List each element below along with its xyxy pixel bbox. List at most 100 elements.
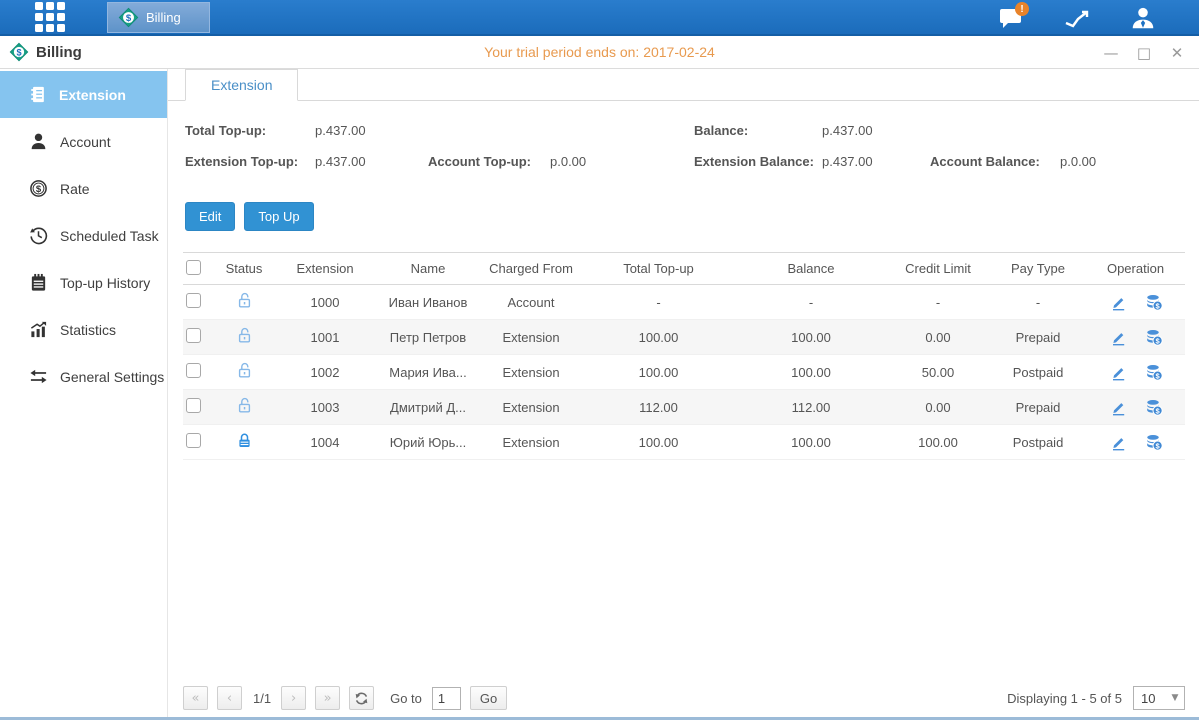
lock-icon — [236, 432, 253, 449]
close-icon[interactable]: ✕ — [1169, 44, 1185, 62]
table-row[interactable]: 1001 Петр Петров Extension 100.00 100.00… — [183, 320, 1185, 355]
sidebar-label: Rate — [60, 181, 90, 197]
row-checkbox[interactable] — [186, 433, 201, 448]
person-icon — [1130, 5, 1156, 31]
total-topup-label: Total Top-up: — [185, 123, 315, 138]
page-size-value: 10 — [1134, 691, 1166, 706]
sidebar-label: Scheduled Task — [60, 228, 159, 244]
credit-limit-cell: 0.00 — [886, 400, 990, 415]
sidebar-item-topup-history[interactable]: Top-up History — [0, 259, 167, 306]
extension-ledger-icon — [29, 85, 47, 104]
unlock-icon — [236, 292, 253, 309]
header-charged-from: Charged From — [481, 261, 581, 276]
svg-text:$: $ — [36, 184, 42, 195]
balance-cell: - — [736, 295, 886, 310]
tab-extension[interactable]: Extension — [185, 69, 298, 101]
extension-cell: 1004 — [275, 435, 375, 450]
goto-page-input[interactable] — [432, 687, 461, 710]
row-topup-icon[interactable]: $ — [1145, 328, 1163, 346]
name-cell: Петр Петров — [375, 330, 481, 345]
table-header-row: Status Extension Name Charged From Total… — [183, 252, 1185, 285]
chevron-down-icon: ▼ — [1166, 693, 1184, 703]
first-page-button[interactable]: « — [183, 686, 208, 710]
taskbar-tab-billing[interactable]: $ Billing — [107, 2, 210, 33]
last-page-button[interactable]: » — [315, 686, 340, 710]
table-row[interactable]: 1003 Дмитрий Д... Extension 112.00 112.0… — [183, 390, 1185, 425]
balance-cell: 100.00 — [736, 435, 886, 450]
go-button[interactable]: Go — [470, 686, 507, 710]
row-checkbox[interactable] — [186, 293, 201, 308]
pay-type-cell: Prepaid — [990, 400, 1086, 415]
total-topup-cell: 112.00 — [581, 400, 736, 415]
credit-limit-cell: 100.00 — [886, 435, 990, 450]
summary-panel: Total Top-up: p.437.00 Balance: p.437.00… — [185, 115, 1199, 177]
credit-limit-cell: 50.00 — [886, 365, 990, 380]
table-row[interactable]: 1004 Юрий Юрь... Extension 100.00 100.00… — [183, 425, 1185, 460]
row-edit-icon[interactable] — [1109, 328, 1127, 346]
sidebar-item-rate[interactable]: $ Rate — [0, 165, 167, 212]
row-topup-icon[interactable]: $ — [1145, 398, 1163, 416]
unlock-icon — [236, 297, 253, 312]
topup-button[interactable]: Top Up — [244, 202, 313, 231]
line-chart-icon — [1063, 6, 1091, 30]
sidebar-item-extension[interactable]: Extension — [0, 71, 167, 118]
page-size-select[interactable]: 10 ▼ — [1133, 686, 1185, 710]
balance-cell: 100.00 — [736, 365, 886, 380]
pay-type-cell: Postpaid — [990, 435, 1086, 450]
row-checkbox[interactable] — [186, 328, 201, 343]
sidebar-label: Top-up History — [60, 275, 150, 291]
row-edit-icon[interactable] — [1109, 398, 1127, 416]
minimize-icon[interactable]: — — [1103, 44, 1119, 62]
header-name: Name — [375, 261, 481, 276]
balance-value: p.437.00 — [822, 123, 930, 138]
billing-app-icon: $ — [118, 7, 139, 28]
row-topup-icon[interactable]: $ — [1145, 433, 1163, 451]
balance-cell: 100.00 — [736, 330, 886, 345]
total-topup-cell: 100.00 — [581, 435, 736, 450]
sidebar-label: General Settings — [60, 369, 164, 385]
app-grid-icon[interactable] — [35, 2, 65, 32]
table-row[interactable]: 1002 Мария Ива... Extension 100.00 100.0… — [183, 355, 1185, 390]
sidebar-item-account[interactable]: Account — [0, 118, 167, 165]
displaying-info: Displaying 1 - 5 of 5 — [1007, 691, 1122, 706]
billing-window: $ Billing ! — [0, 0, 1199, 720]
row-edit-icon[interactable] — [1109, 363, 1127, 381]
row-topup-icon[interactable]: $ — [1145, 293, 1163, 311]
scheduled-task-clock-icon — [29, 226, 48, 245]
pay-type-cell: - — [990, 295, 1086, 310]
trial-notice: Your trial period ends on: 2017-02-24 — [0, 44, 1199, 60]
notification-badge: ! — [1015, 2, 1029, 16]
messages-icon[interactable]: ! — [995, 5, 1027, 31]
titlebar: $ Billing Your trial period ends on: 201… — [0, 36, 1199, 69]
unlock-icon — [236, 397, 253, 414]
select-all-checkbox[interactable] — [186, 260, 201, 275]
account-topup-value: p.0.00 — [550, 154, 694, 169]
total-topup-cell: 100.00 — [581, 365, 736, 380]
sidebar-item-scheduled-task[interactable]: Scheduled Task — [0, 212, 167, 259]
total-topup-cell: - — [581, 295, 736, 310]
extension-cell: 1003 — [275, 400, 375, 415]
refresh-button[interactable] — [349, 686, 374, 710]
next-page-button[interactable]: › — [281, 686, 306, 710]
page-indicator: 1/1 — [253, 691, 271, 706]
edit-button[interactable]: Edit — [185, 202, 235, 231]
row-edit-icon[interactable] — [1109, 433, 1127, 451]
row-topup-icon[interactable]: $ — [1145, 363, 1163, 381]
extension-cell: 1001 — [275, 330, 375, 345]
row-edit-icon[interactable] — [1109, 293, 1127, 311]
table-row[interactable]: 1000 Иван Иванов Account - - - - $ — [183, 285, 1185, 320]
row-checkbox[interactable] — [186, 398, 201, 413]
reports-icon[interactable] — [1061, 5, 1093, 31]
account-balance-value: p.0.00 — [1060, 154, 1199, 169]
sidebar-item-general-settings[interactable]: General Settings — [0, 353, 167, 400]
header-balance: Balance — [736, 261, 886, 276]
header-total-topup: Total Top-up — [581, 261, 736, 276]
main-panel: Extension Total Top-up: p.437.00 Balance… — [168, 69, 1199, 717]
maximize-icon[interactable]: □ — [1136, 44, 1152, 62]
row-checkbox[interactable] — [186, 363, 201, 378]
extension-cell: 1002 — [275, 365, 375, 380]
prev-page-button[interactable]: ‹ — [217, 686, 242, 710]
sidebar-item-statistics[interactable]: Statistics — [0, 306, 167, 353]
user-account-icon[interactable] — [1127, 5, 1159, 31]
header-credit-limit: Credit Limit — [886, 261, 990, 276]
